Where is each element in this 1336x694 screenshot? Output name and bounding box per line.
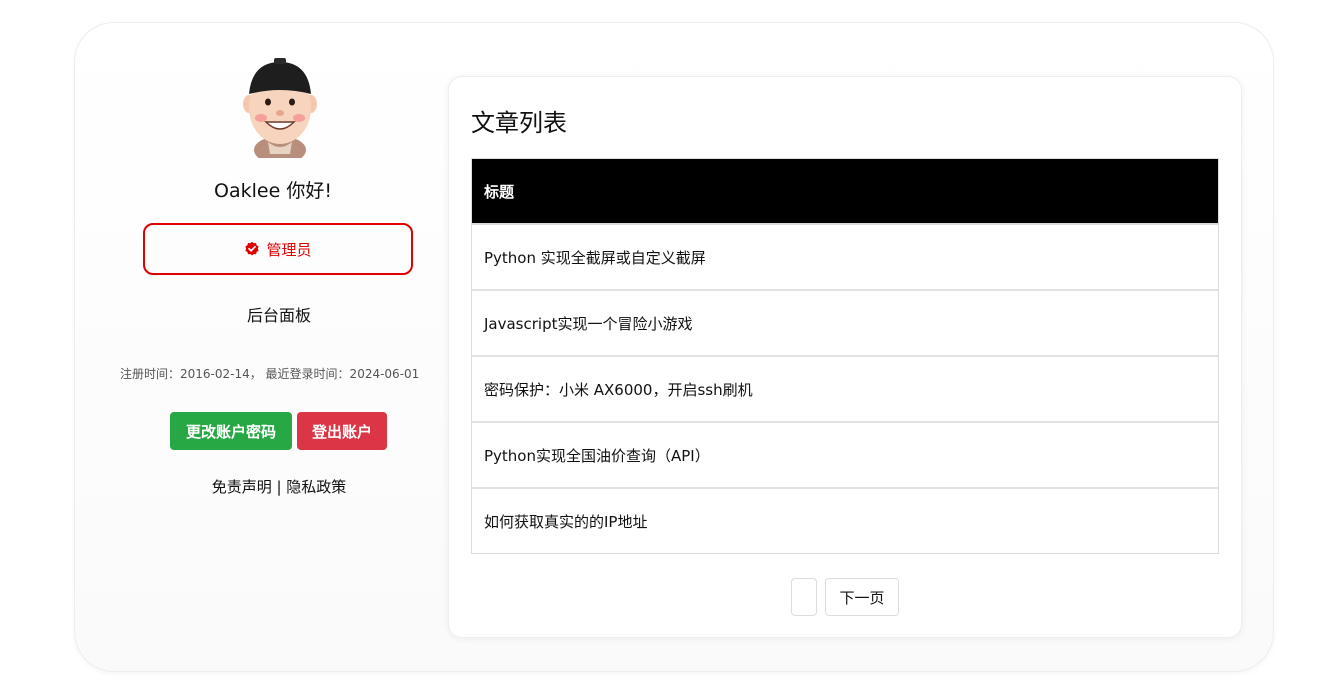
verified-badge-icon bbox=[245, 241, 260, 256]
privacy-policy-link[interactable]: 隐私政策 bbox=[286, 478, 346, 496]
footer-links: 免责声明 | 隐私政策 bbox=[100, 476, 458, 497]
pagination: 下一页 bbox=[791, 578, 899, 616]
role-badge: 管理员 bbox=[143, 223, 413, 275]
table-row[interactable]: 如何获取真实的的IP地址 bbox=[472, 489, 1218, 553]
admin-panel-link[interactable]: 后台面板 bbox=[100, 302, 458, 326]
table-row[interactable]: Javascript实现一个冒险小游戏 bbox=[472, 291, 1218, 357]
previous-page-button[interactable] bbox=[791, 578, 817, 616]
next-page-button[interactable]: 下一页 bbox=[825, 578, 899, 616]
change-password-button[interactable]: 更改账户密码 bbox=[170, 412, 292, 450]
panel-title: 文章列表 bbox=[471, 109, 567, 137]
article-table: 标题 Python 实现全截屏或自定义截屏 Javascript实现一个冒险小游… bbox=[471, 158, 1219, 554]
disclaimer-link[interactable]: 免责声明 bbox=[212, 478, 272, 496]
registration-info: 注册时间：2016-02-14， 最近登录时间：2024-06-01 bbox=[120, 367, 420, 381]
role-label: 管理员 bbox=[266, 240, 312, 259]
logout-button[interactable]: 登出账户 bbox=[297, 412, 387, 450]
avatar bbox=[243, 58, 317, 158]
table-row[interactable]: 密码保护：小米 AX6000，开启ssh刷机 bbox=[472, 357, 1218, 423]
table-row[interactable]: Python实现全国油价查询（API） bbox=[472, 423, 1218, 489]
account-actions: 更改账户密码 登出账户 bbox=[170, 412, 387, 450]
link-separator: | bbox=[271, 478, 287, 496]
greeting-text: Oaklee 你好! bbox=[214, 180, 332, 202]
table-row[interactable]: Python 实现全截屏或自定义截屏 bbox=[472, 225, 1218, 291]
table-header: 标题 bbox=[472, 159, 1218, 225]
articles-panel: 文章列表 标题 Python 实现全截屏或自定义截屏 Javascript实现一… bbox=[448, 76, 1242, 638]
